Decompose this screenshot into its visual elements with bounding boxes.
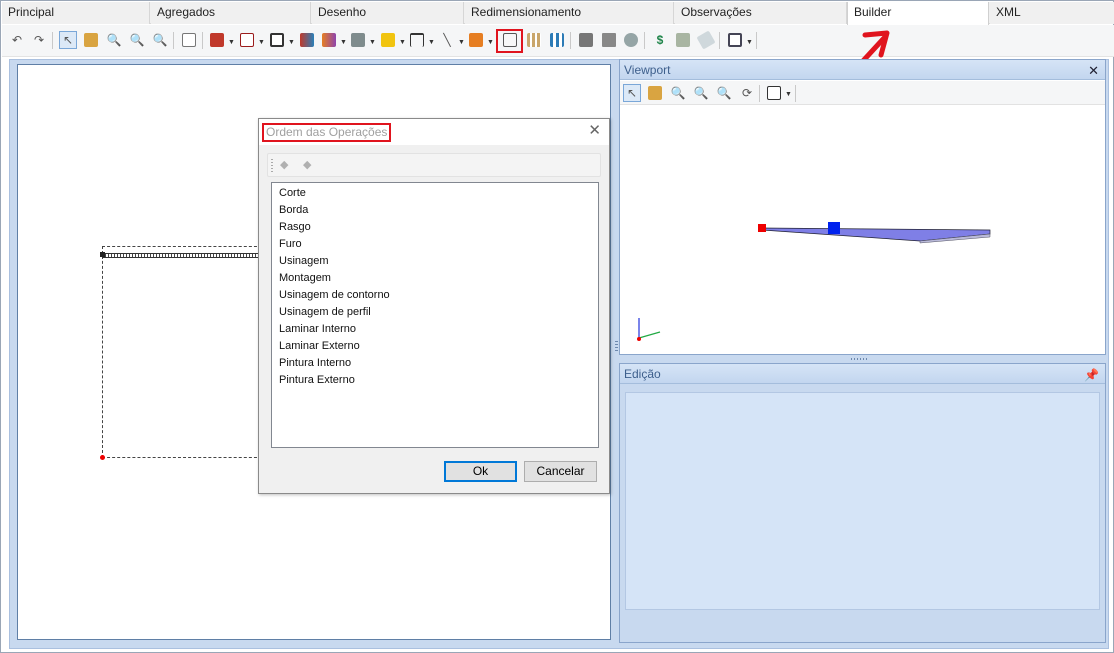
box-icon[interactable] bbox=[577, 31, 595, 49]
builder-toolbar: ↶ ↷ ↖ 🔍 🔍 🔍 ▼ ▼ ▼ ▼ ▼ ▼ ▼ ╲ ▼ ▼ $ ▼ bbox=[2, 25, 1114, 57]
list-item[interactable]: Usinagem bbox=[279, 253, 598, 270]
cost-icon[interactable]: $ bbox=[651, 31, 669, 49]
list-item[interactable]: Laminar Interno bbox=[279, 321, 598, 338]
new-icon[interactable] bbox=[180, 31, 198, 49]
list-item[interactable]: Furo bbox=[279, 236, 598, 253]
horizontal-splitter[interactable] bbox=[851, 358, 869, 360]
list-item[interactable]: Rasgo bbox=[279, 219, 598, 236]
dimension-icon[interactable] bbox=[408, 31, 426, 49]
origin-point bbox=[100, 455, 105, 460]
move-down-icon[interactable]: ◆ bbox=[303, 158, 311, 171]
tab-xml[interactable]: XML bbox=[990, 2, 1114, 24]
list-item[interactable]: Usinagem de contorno bbox=[279, 287, 598, 304]
edicao-titlebar: Edição 📌 bbox=[620, 364, 1105, 384]
tab-observacoes[interactable]: Observações bbox=[675, 2, 847, 24]
grid-icon[interactable] bbox=[525, 31, 543, 49]
pan-icon[interactable] bbox=[646, 84, 664, 102]
zoom-window-icon[interactable]: 🔍 bbox=[128, 31, 146, 49]
application-window: Principal Agregados Desenho Redimensiona… bbox=[0, 0, 1114, 653]
zoom-in-icon[interactable]: 🔍 bbox=[669, 84, 687, 102]
list-item[interactable]: Borda bbox=[279, 202, 598, 219]
money-bag-icon[interactable] bbox=[622, 31, 640, 49]
pin-icon[interactable]: 📌 bbox=[1084, 365, 1099, 385]
redo-icon[interactable]: ↷ bbox=[30, 31, 48, 49]
view-icon[interactable] bbox=[726, 31, 744, 49]
cancel-button[interactable]: Cancelar bbox=[524, 461, 597, 482]
operations-list[interactable]: Corte Borda Rasgo Furo Usinagem Montagem… bbox=[271, 182, 599, 448]
edicao-content bbox=[625, 392, 1100, 610]
curve-icon[interactable] bbox=[349, 31, 367, 49]
tool-icon[interactable] bbox=[208, 31, 226, 49]
tab-desenho[interactable]: Desenho bbox=[312, 2, 464, 24]
select-icon[interactable]: ↖ bbox=[59, 31, 77, 49]
highlight-box bbox=[496, 29, 523, 53]
cabinet-icon[interactable] bbox=[600, 31, 618, 49]
list-item[interactable]: Corte bbox=[279, 185, 598, 202]
tab-redimensionamento[interactable]: Redimensionamento bbox=[465, 2, 674, 24]
list-item[interactable]: Pintura Externo bbox=[279, 372, 598, 389]
drawn-panel[interactable] bbox=[102, 246, 262, 458]
edicao-panel: Edição 📌 bbox=[619, 363, 1106, 643]
undo-icon[interactable]: ↶ bbox=[8, 31, 26, 49]
operations-order-dialog: Ordem das Operações ✕ ◆ ◆ Corte Borda Ra… bbox=[258, 118, 610, 494]
line-icon[interactable]: ╲ bbox=[438, 31, 456, 49]
dialog-toolbar: ◆ ◆ bbox=[267, 153, 601, 177]
viewport-toolbar: ↖ 🔍 🔍 🔍 ⟳ ▼ bbox=[620, 81, 1105, 105]
vertical-splitter[interactable] bbox=[615, 341, 618, 353]
dialog-titlebar[interactable]: Ordem das Operações ✕ bbox=[259, 119, 609, 145]
fill-icon[interactable] bbox=[379, 31, 397, 49]
viewport-title: Viewport bbox=[624, 63, 671, 77]
tab-agregados[interactable]: Agregados bbox=[151, 2, 311, 24]
viewport-panel: Viewport ✕ ↖ 🔍 🔍 🔍 ⟳ ▼ bbox=[619, 59, 1106, 355]
ok-button[interactable]: Ok bbox=[444, 461, 517, 482]
corner-handle[interactable] bbox=[100, 252, 105, 257]
list-item[interactable]: Usinagem de perfil bbox=[279, 304, 598, 321]
material-icon[interactable] bbox=[674, 31, 692, 49]
pan-icon[interactable] bbox=[82, 31, 100, 49]
list-item[interactable]: Montagem bbox=[279, 270, 598, 287]
zoom-in-icon[interactable]: 🔍 bbox=[105, 31, 123, 49]
zoom-window-icon[interactable]: 🔍 bbox=[692, 84, 710, 102]
orbit-icon[interactable]: ⟳ bbox=[738, 84, 756, 102]
edicao-title: Edição bbox=[624, 367, 661, 381]
list-item[interactable]: Laminar Externo bbox=[279, 338, 598, 355]
tab-builder[interactable]: Builder bbox=[847, 2, 989, 25]
color-icon[interactable] bbox=[298, 31, 316, 49]
tab-principal[interactable]: Principal bbox=[2, 2, 150, 24]
tab-bar: Principal Agregados Desenho Redimensiona… bbox=[2, 2, 1114, 25]
close-icon[interactable]: ✕ bbox=[588, 123, 601, 139]
eraser-icon[interactable] bbox=[696, 30, 716, 50]
dialog-title: Ordem das Operações bbox=[262, 123, 392, 142]
move-up-icon[interactable]: ◆ bbox=[280, 158, 288, 171]
viewport-titlebar: Viewport ✕ bbox=[620, 60, 1105, 80]
panel-edge bbox=[102, 253, 262, 258]
3d-scene[interactable] bbox=[620, 106, 1105, 354]
copy-icon[interactable] bbox=[467, 31, 485, 49]
view-cube-icon[interactable] bbox=[765, 84, 783, 102]
select-icon[interactable]: ↖ bbox=[623, 84, 641, 102]
chart-icon[interactable] bbox=[320, 31, 338, 49]
frame-icon[interactable] bbox=[268, 31, 286, 49]
list-item[interactable]: Pintura Interno bbox=[279, 355, 598, 372]
zoom-extents-icon[interactable]: 🔍 bbox=[715, 84, 733, 102]
close-icon[interactable]: ✕ bbox=[1088, 61, 1099, 81]
zoom-extents-icon[interactable]: 🔍 bbox=[151, 31, 169, 49]
columns-icon[interactable] bbox=[548, 31, 566, 49]
panel-icon[interactable] bbox=[238, 31, 256, 49]
